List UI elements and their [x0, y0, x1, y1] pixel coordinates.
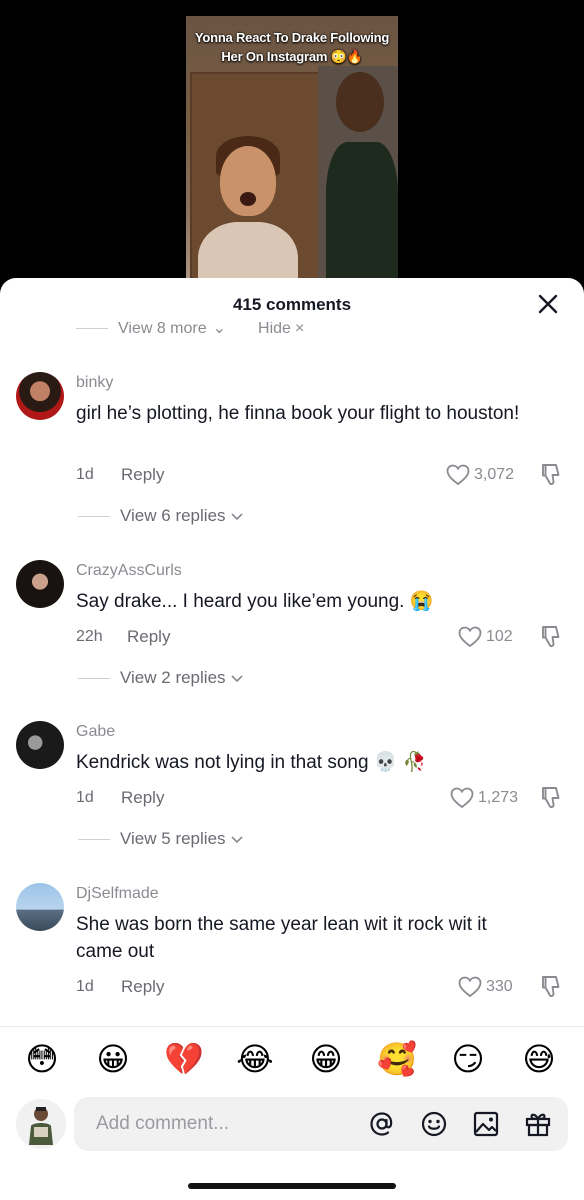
- like-count: 1,273: [478, 789, 519, 806]
- view-replies-button[interactable]: View 2 replies: [78, 668, 244, 688]
- dislike-button[interactable]: [538, 785, 564, 811]
- reply-button[interactable]: Reply: [121, 977, 164, 997]
- comment-list[interactable]: View 8 more ⌄ Hide × binky girl he’s plotti…: [0, 322, 584, 1026]
- like-button[interactable]: 330: [458, 975, 513, 999]
- close-icon: [538, 294, 558, 314]
- like-count: 3,072: [474, 466, 515, 483]
- dislike-button[interactable]: [538, 624, 564, 650]
- comment-input-container: [74, 1097, 568, 1151]
- thumbs-down-icon: [542, 787, 560, 809]
- like-count: 330: [486, 978, 513, 995]
- reply-button[interactable]: Reply: [121, 465, 164, 485]
- user-figure-icon: [16, 1099, 66, 1149]
- video-scene-person-left: [198, 136, 298, 300]
- comment-time: 1d: [76, 466, 94, 483]
- comment-time: 22h: [76, 628, 103, 645]
- emoji-smiling-hearts[interactable]: 🥰: [377, 1039, 417, 1079]
- chevron-down-icon: [230, 836, 243, 844]
- dislike-button[interactable]: [538, 974, 564, 1000]
- like-button[interactable]: 1,273: [450, 786, 518, 810]
- comment-text: girl he’s plotting, he finna book your f…: [76, 403, 520, 424]
- video-title: Yonna React To Drake Following Her On In…: [186, 28, 398, 66]
- image-attach-button[interactable]: [472, 1110, 500, 1138]
- comment-text: Say drake... I heard you like’em young. …: [76, 591, 434, 612]
- avatar[interactable]: [16, 721, 64, 769]
- video-title-line-2: Her On Instagram 😳🔥: [221, 49, 363, 64]
- comment-count: 415 comments: [232, 295, 352, 314]
- avatar[interactable]: [16, 883, 64, 931]
- mention-button[interactable]: [368, 1110, 396, 1138]
- gift-icon: [525, 1113, 551, 1137]
- avatar[interactable]: [16, 560, 64, 608]
- view-replies-button[interactable]: View 5 replies: [78, 829, 244, 849]
- dislike-button[interactable]: [538, 462, 564, 488]
- video-background: Yonna React To Drake Following Her On In…: [0, 0, 584, 300]
- video-scene-person-right: [326, 72, 398, 300]
- comment-input[interactable]: [96, 1097, 346, 1151]
- comment-text: Kendrick was not lying in that song 💀 🥀: [76, 752, 427, 773]
- thumbs-down-icon: [542, 976, 560, 998]
- heart-outline-icon: [446, 464, 470, 486]
- gift-button[interactable]: [524, 1110, 552, 1138]
- heart-outline-icon: [450, 787, 474, 809]
- smiley-icon: [421, 1111, 447, 1137]
- view-more-link[interactable]: View 8 more: [118, 322, 207, 337]
- at-icon: [370, 1112, 393, 1136]
- comment-text: She was born the same year lean wit it r…: [76, 914, 487, 962]
- emoji-sweat-smile[interactable]: 😅: [519, 1039, 559, 1079]
- quick-emoji-row: 😳 😀 💔 😂 😁 🥰 😏 😅: [0, 1039, 584, 1079]
- like-count: 102: [486, 628, 513, 645]
- comments-sheet: 415 comments View 8 more ⌄ Hide × binky gir…: [0, 278, 584, 1200]
- emoji-joy[interactable]: 😂: [235, 1039, 275, 1079]
- home-indicator[interactable]: [188, 1183, 396, 1189]
- thumbs-down-icon: [542, 464, 560, 486]
- comment-username[interactable]: Gabe: [76, 723, 115, 741]
- comment-username[interactable]: CrazyAssCurls: [76, 562, 182, 580]
- chevron-down-icon: [230, 513, 243, 521]
- comment-time: 1d: [76, 789, 94, 806]
- emoji-picker-button[interactable]: [420, 1110, 448, 1138]
- thumbs-down-icon: [542, 626, 560, 648]
- comment-composer-area: 😳 😀 💔 😂 😁 🥰 😏 😅: [0, 1026, 584, 1200]
- emoji-broken-heart[interactable]: 💔: [164, 1039, 204, 1079]
- heart-outline-icon: [458, 976, 482, 998]
- emoji-flushed[interactable]: 😳: [22, 1039, 62, 1079]
- emoji-grin[interactable]: 😁: [306, 1039, 346, 1079]
- hide-link[interactable]: Hide: [258, 322, 291, 337]
- close-button[interactable]: [536, 292, 560, 316]
- view-replies-label: View 6 replies: [120, 506, 226, 525]
- chevron-down-icon: [230, 675, 243, 683]
- heart-outline-icon: [458, 626, 482, 648]
- reply-button[interactable]: Reply: [127, 627, 170, 647]
- comment-username[interactable]: DjSelfmade: [76, 885, 159, 903]
- emoji-smirk[interactable]: 😏: [448, 1039, 488, 1079]
- reply-button[interactable]: Reply: [121, 788, 164, 808]
- view-replies-button[interactable]: View 6 replies: [78, 506, 244, 526]
- video-title-line-1: Yonna React To Drake Following: [194, 30, 390, 45]
- comment-username[interactable]: binky: [76, 374, 113, 392]
- like-button[interactable]: 3,072: [446, 463, 514, 487]
- image-icon: [473, 1111, 499, 1137]
- comment-time: 1d: [76, 978, 94, 995]
- like-button[interactable]: 102: [458, 625, 513, 649]
- avatar[interactable]: [16, 372, 64, 420]
- emoji-grinning[interactable]: 😀: [93, 1039, 133, 1079]
- current-user-avatar[interactable]: [16, 1099, 66, 1149]
- clipped-reply-controls: View 8 more ⌄ Hide ×: [76, 322, 304, 337]
- view-replies-label: View 2 replies: [120, 668, 226, 687]
- view-replies-label: View 5 replies: [120, 829, 226, 848]
